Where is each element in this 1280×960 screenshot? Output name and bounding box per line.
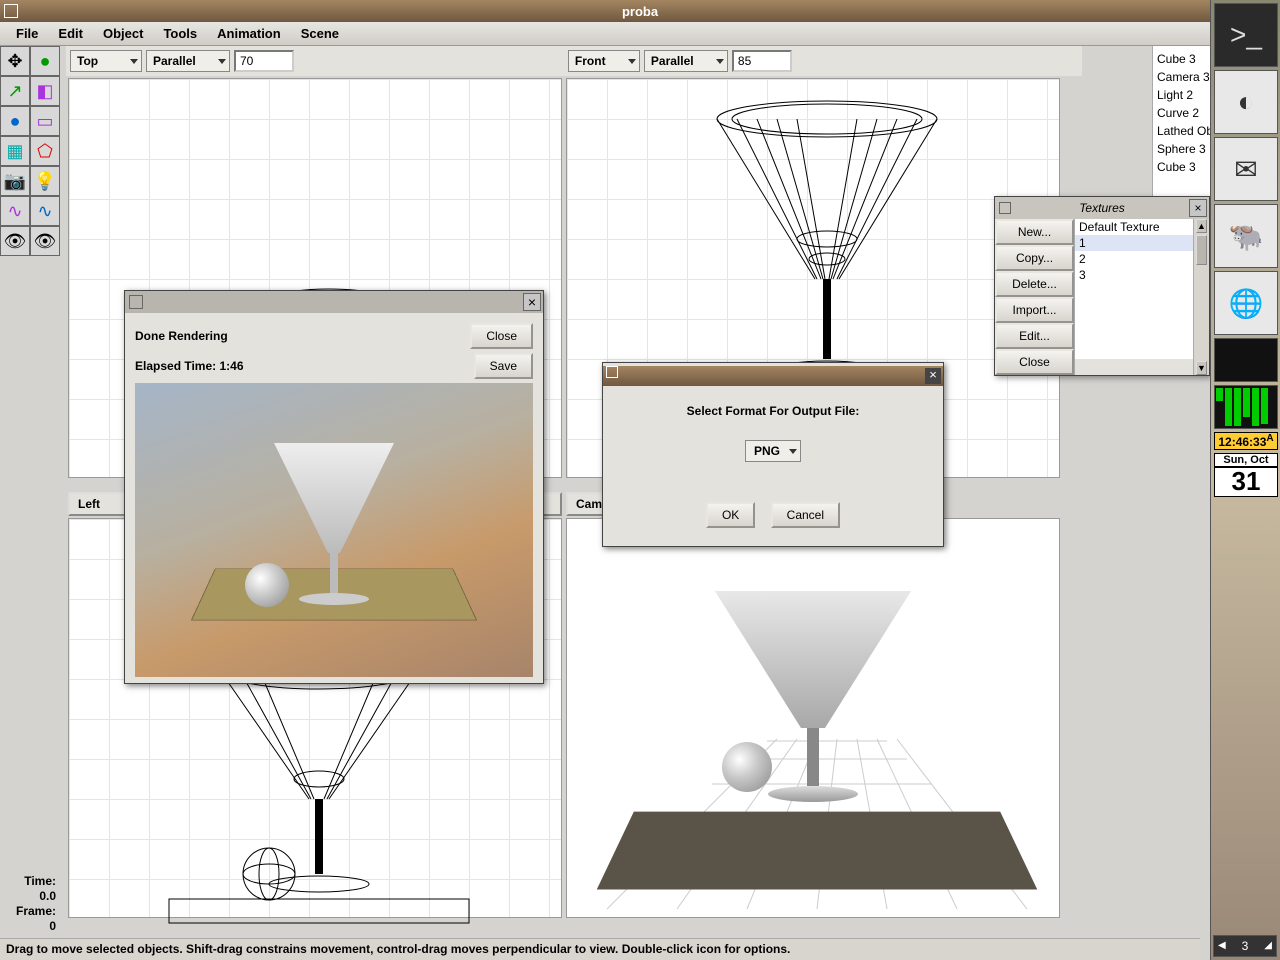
terminal-dock-icon[interactable]: >_ xyxy=(1214,3,1278,67)
calendar-day: Sun, Oct xyxy=(1214,453,1278,467)
system-meters-icon[interactable] xyxy=(1214,338,1278,382)
time-label: Time: xyxy=(0,874,56,889)
list-item[interactable]: 1 xyxy=(1075,235,1193,251)
window-menu-icon[interactable] xyxy=(4,4,18,18)
render-elapsed-label: Elapsed Time: 1:46 xyxy=(135,359,244,373)
menu-scene[interactable]: Scene xyxy=(291,26,349,41)
format-cancel-button[interactable]: Cancel xyxy=(771,502,840,528)
front-projection-select[interactable]: Parallel xyxy=(644,50,728,72)
audio-meters-icon[interactable] xyxy=(1214,385,1278,429)
curve-tool-icon[interactable]: ∿ xyxy=(0,196,30,226)
format-prompt-label: Select Format For Output File: xyxy=(621,404,925,418)
app-dock-icon[interactable]: ◐ xyxy=(1214,70,1278,134)
top-projection-select[interactable]: Parallel xyxy=(146,50,230,72)
gnu-dock-icon[interactable]: 🐃 xyxy=(1214,204,1278,268)
textures-close-button[interactable]: Close xyxy=(995,349,1074,375)
mail-dock-icon[interactable]: ✉ xyxy=(1214,137,1278,201)
textures-dialog: Textures × New... Copy... Delete... Impo… xyxy=(994,196,1210,376)
viewport-controls: Top Parallel 70 Front Parallel 85 xyxy=(66,46,1082,76)
rotate-tool-icon[interactable]: ↗ xyxy=(0,76,30,106)
mesh-tool-icon[interactable]: ▦ xyxy=(0,136,30,166)
time-value: 0.0 xyxy=(0,889,56,904)
list-item[interactable]: 3 xyxy=(1075,267,1193,283)
render-dialog: × Done Rendering Close Elapsed Time: 1:4… xyxy=(124,290,544,684)
textures-edit-button[interactable]: Edit... xyxy=(995,323,1074,349)
time-frame-panel: Time: 0.0 Frame: 0 xyxy=(0,874,62,934)
status-bar: Drag to move selected objects. Shift-dra… xyxy=(0,938,1200,960)
tool-palette: ✥ ● ↗ ◧ ● ▭ ▦ ⬠ 📷 💡 ∿ ∿ 👁 👁 xyxy=(0,46,62,256)
render-dialog-menu-icon[interactable] xyxy=(129,295,143,309)
render-done-label: Done Rendering xyxy=(135,329,228,343)
render-preview-image xyxy=(135,383,533,677)
camera-viewport[interactable] xyxy=(566,518,1060,918)
textures-new-button[interactable]: New... xyxy=(995,219,1074,245)
scroll-down-icon[interactable]: ▼ xyxy=(1196,361,1207,375)
cube-primitive-icon[interactable]: ◧ xyxy=(30,76,60,106)
textures-menu-icon[interactable] xyxy=(999,202,1011,214)
frame-value: 0 xyxy=(0,919,56,934)
globe-dock-icon[interactable]: 🌐 xyxy=(1214,271,1278,335)
menu-file[interactable]: File xyxy=(6,26,48,41)
menu-animation[interactable]: Animation xyxy=(207,26,291,41)
render-close-button[interactable]: Close xyxy=(470,323,533,349)
polygon-tool-icon[interactable]: ⬠ xyxy=(30,136,60,166)
eye-move-tool-icon[interactable]: 👁 xyxy=(0,226,30,256)
textures-close-icon[interactable]: × xyxy=(1189,199,1207,217)
textures-scrollbar[interactable]: ▲ ▼ xyxy=(1193,219,1209,375)
list-item[interactable]: Default Texture xyxy=(1075,219,1193,235)
calendar-date: 31 xyxy=(1214,467,1278,497)
scroll-thumb[interactable] xyxy=(1196,235,1207,265)
menu-object[interactable]: Object xyxy=(93,26,153,41)
top-view-select[interactable]: Top xyxy=(70,50,142,72)
window-title: proba xyxy=(622,4,658,19)
curve2-tool-icon[interactable]: ∿ xyxy=(30,196,60,226)
format-dialog-close-icon[interactable]: × xyxy=(925,368,941,384)
desktop-dock: >_ ◐ ✉ 🐃 🌐 12:46:33A Sun, Oct 31 ◀ 3 ◢ xyxy=(1210,0,1280,960)
list-item[interactable]: 2 xyxy=(1075,251,1193,267)
textures-list[interactable]: Default Texture 1 2 3 xyxy=(1075,219,1193,359)
menu-edit[interactable]: Edit xyxy=(48,26,93,41)
light-tool-icon[interactable]: 💡 xyxy=(30,166,60,196)
front-view-select[interactable]: Front xyxy=(568,50,640,72)
menubar: File Edit Object Tools Animation Scene xyxy=(0,22,1280,46)
scroll-up-icon[interactable]: ▲ xyxy=(1196,219,1207,233)
format-select[interactable]: PNG xyxy=(745,440,801,462)
textures-copy-button[interactable]: Copy... xyxy=(995,245,1074,271)
main-titlebar: proba × xyxy=(0,0,1280,22)
ball-tool-icon[interactable]: ● xyxy=(0,106,30,136)
format-ok-button[interactable]: OK xyxy=(706,502,755,528)
render-dialog-close-icon[interactable]: × xyxy=(523,293,541,311)
front-zoom-field[interactable]: 85 xyxy=(732,50,792,72)
textures-title: Textures xyxy=(1079,201,1125,215)
textures-delete-button[interactable]: Delete... xyxy=(995,271,1074,297)
menu-tools[interactable]: Tools xyxy=(153,26,207,41)
sphere-primitive-icon[interactable]: ● xyxy=(30,46,60,76)
top-zoom-field[interactable]: 70 xyxy=(234,50,294,72)
eye-rotate-tool-icon[interactable]: 👁 xyxy=(30,226,60,256)
format-dialog-menu-icon[interactable] xyxy=(606,366,618,378)
render-save-button[interactable]: Save xyxy=(474,353,533,379)
textures-import-button[interactable]: Import... xyxy=(995,297,1074,323)
workspace-pager[interactable]: ◀ 3 ◢ xyxy=(1213,935,1277,957)
box-tool-icon[interactable]: ▭ xyxy=(30,106,60,136)
frame-label: Frame: xyxy=(0,904,56,919)
save-format-dialog: × Select Format For Output File: PNG OK … xyxy=(602,362,944,547)
move-tool-icon[interactable]: ✥ xyxy=(0,46,30,76)
camera-tool-icon[interactable]: 📷 xyxy=(0,166,30,196)
clock: 12:46:33A xyxy=(1214,432,1278,450)
